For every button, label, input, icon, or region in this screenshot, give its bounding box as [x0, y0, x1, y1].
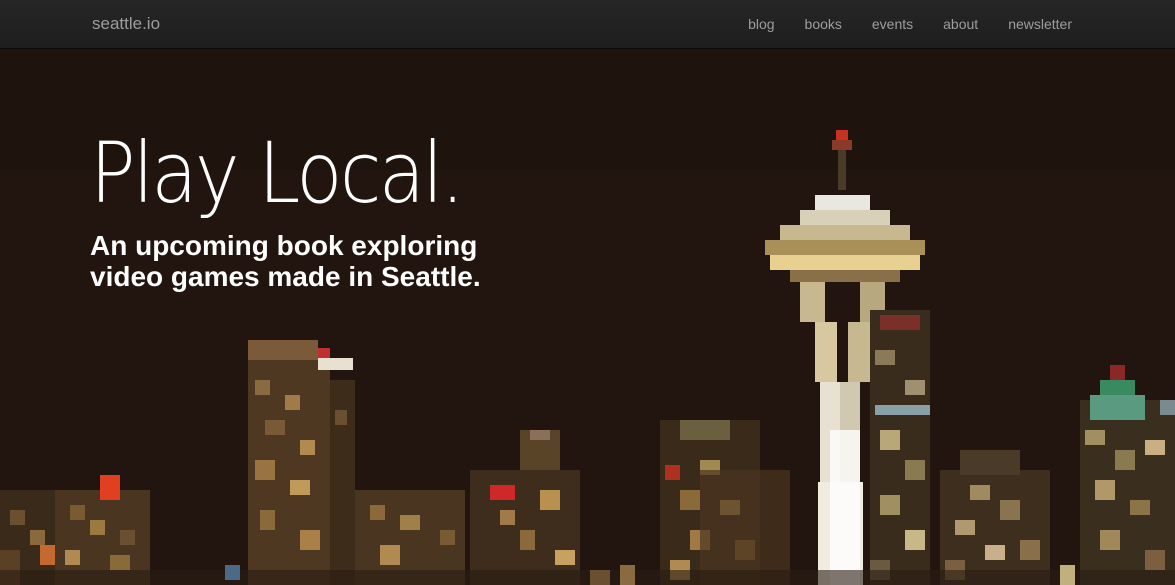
hero-subtitle: An upcoming book exploring video games m…: [90, 230, 481, 292]
nav-item-newsletter: newsletter: [1008, 16, 1072, 34]
nav-menu: blog books events about newsletter: [718, 16, 1072, 34]
nav-link-about[interactable]: about: [943, 16, 978, 32]
nav-item-blog: blog: [748, 16, 774, 34]
nav-link-newsletter[interactable]: newsletter: [1008, 16, 1072, 32]
hero-title: Play Local.: [90, 124, 465, 222]
nav-item-books: books: [805, 16, 842, 34]
nav-item-events: events: [872, 16, 913, 34]
nav-link-blog[interactable]: blog: [748, 16, 774, 32]
nav-item-about: about: [943, 16, 978, 34]
nav-link-events[interactable]: events: [872, 16, 913, 32]
brand-link[interactable]: seattle.io: [92, 14, 160, 34]
top-navbar: seattle.io blog books events about newsl…: [0, 0, 1175, 49]
hero-text-block: Play Local. An upcoming book exploring v…: [90, 128, 510, 292]
hero-section: Play Local. An upcoming book exploring v…: [0, 50, 1175, 585]
nav-link-books[interactable]: books: [805, 16, 842, 32]
